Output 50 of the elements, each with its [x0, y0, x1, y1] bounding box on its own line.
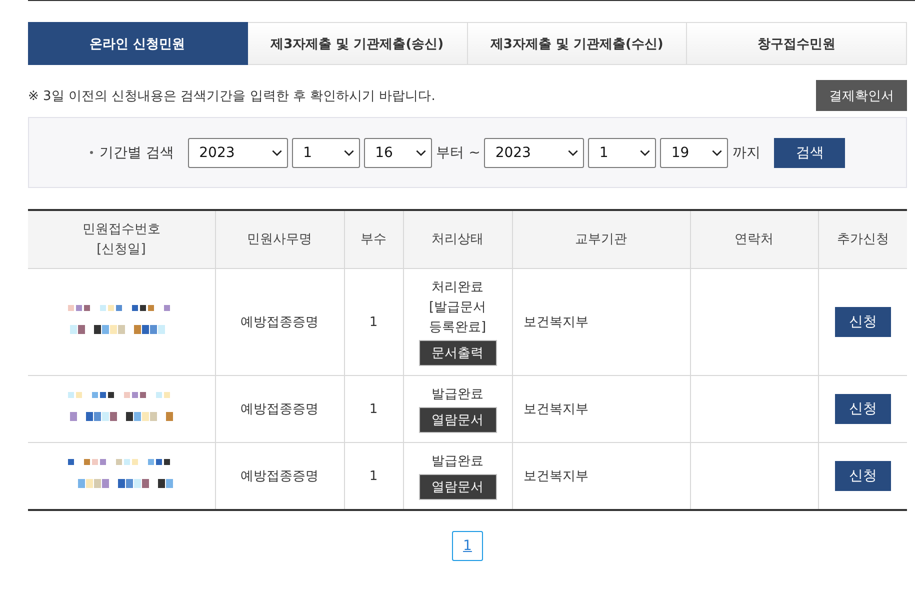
- table-cell: 보건복지부: [512, 376, 690, 442]
- tab[interactable]: 온라인 신청민원: [28, 22, 248, 65]
- chevron-down-icon: [640, 150, 650, 156]
- year-dropdown[interactable]: 2023: [484, 138, 584, 168]
- column-header: 처리상태: [403, 210, 512, 268]
- tab[interactable]: 제3자제출 및 기관제출(수신): [468, 22, 688, 65]
- apply-button[interactable]: 신청: [834, 394, 891, 424]
- tab[interactable]: 제3자제출 및 기관제출(송신): [248, 22, 468, 65]
- page-link[interactable]: 1: [452, 531, 483, 561]
- table-cell: 1: [344, 442, 403, 510]
- table-cell: 보건복지부: [512, 268, 690, 376]
- range-text: 부터 ~: [436, 144, 480, 162]
- day-dropdown[interactable]: 19: [660, 138, 728, 168]
- document-button[interactable]: 문서출력: [418, 340, 496, 366]
- apply-button[interactable]: 신청: [834, 461, 891, 491]
- table-cell: 1: [344, 268, 403, 376]
- chevron-down-icon: [568, 150, 578, 156]
- column-header: 민원사무명: [215, 210, 344, 268]
- month-dropdown[interactable]: 1: [292, 138, 360, 168]
- table-cell: 예방접종증명: [215, 268, 344, 376]
- status-text: 발급완료: [430, 453, 484, 471]
- column-header: 부수: [344, 210, 403, 268]
- apply-button[interactable]: 신청: [834, 307, 891, 337]
- receipt-button[interactable]: 결제확인서: [816, 80, 907, 111]
- document-button[interactable]: 열람문서: [418, 474, 496, 500]
- tab[interactable]: 창구접수민원: [687, 22, 907, 65]
- chevron-down-icon: [416, 150, 426, 156]
- table-cell: 보건복지부: [512, 442, 690, 510]
- status-text: 발급완료: [430, 386, 484, 404]
- notice-text: ※ 3일 이전의 신청내용은 검색기간을 입력한 후 확인하시기 바랍니다.: [28, 88, 436, 104]
- chevron-down-icon: [712, 150, 722, 156]
- table-cell: 예방접종증명: [215, 376, 344, 442]
- range-text: 까지: [732, 144, 760, 162]
- month-dropdown[interactable]: 1: [588, 138, 656, 168]
- chevron-down-icon: [272, 150, 282, 156]
- status-text: 처리완료: [430, 279, 484, 297]
- document-button[interactable]: 열람문서: [418, 407, 496, 433]
- search-button[interactable]: 검색: [774, 138, 846, 168]
- bullet-icon: [90, 151, 93, 154]
- table-cell: 예방접종증명: [215, 442, 344, 510]
- day-dropdown[interactable]: 16: [364, 138, 432, 168]
- column-header: 추가신청: [818, 210, 907, 268]
- column-header: 연락처: [690, 210, 818, 268]
- table-cell: 1: [344, 376, 403, 442]
- status-note: [발급문서 등록완료]: [428, 299, 488, 337]
- chevron-down-icon: [344, 150, 354, 156]
- column-header: 교부기관: [512, 210, 690, 268]
- year-dropdown[interactable]: 2023: [188, 138, 288, 168]
- search-label: 기간별 검색: [100, 144, 174, 162]
- column-header: 민원접수번호 [신청일]: [28, 210, 215, 268]
